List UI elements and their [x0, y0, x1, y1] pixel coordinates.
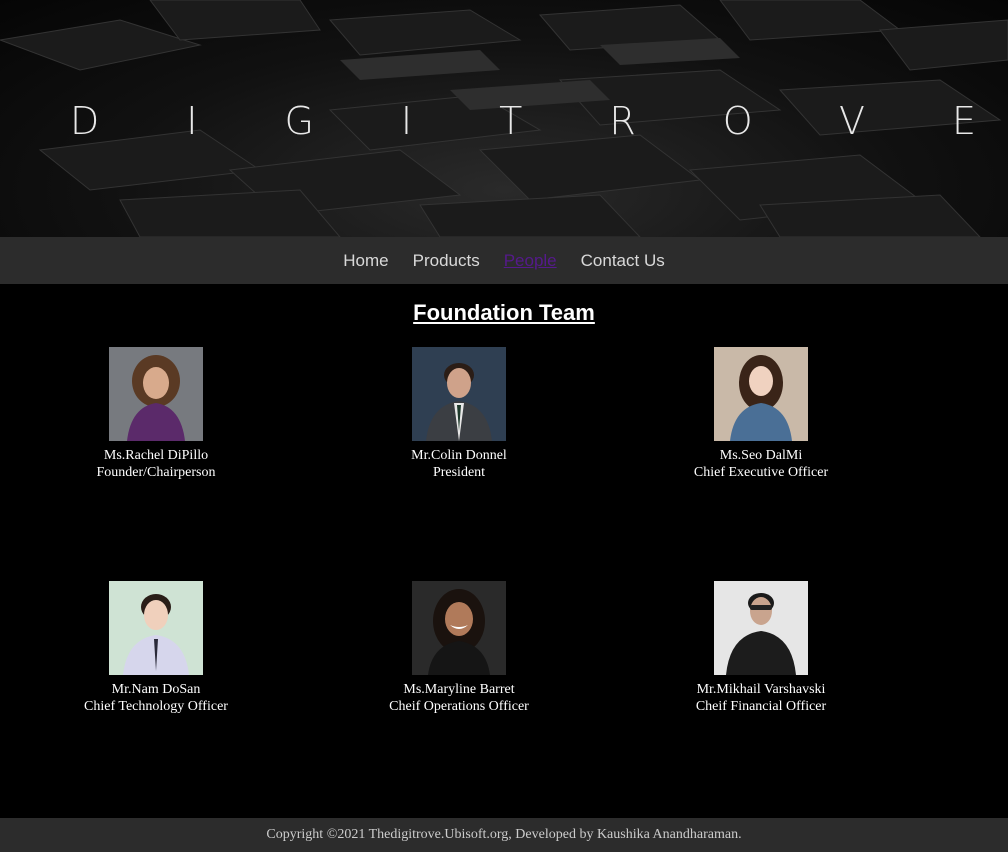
member-photo [412, 581, 506, 675]
member-role: Cheif Financial Officer [695, 699, 827, 714]
nav-products[interactable]: Products [413, 251, 480, 271]
team-member: Ms.Rachel DiPillo Founder/Chairperson [46, 347, 266, 481]
member-photo [109, 581, 203, 675]
member-role: Founder/Chairperson [96, 465, 216, 480]
section-title: Foundation Team [413, 300, 595, 325]
member-name: Ms.Seo DalMi [719, 448, 803, 463]
member-photo [714, 581, 808, 675]
team-member: Mr.Colin Donnel President [349, 347, 569, 481]
hero-banner: DIGITROVE [0, 0, 1008, 237]
team-member: Ms.Maryline Barret Cheif Operations Offi… [349, 581, 569, 715]
team-member: Ms.Seo DalMi Chief Executive Officer [651, 347, 871, 481]
member-photo [714, 347, 808, 441]
brand-title: DIGITROVE [70, 99, 1008, 143]
member-name: Mr.Mikhail Varshavski [696, 682, 826, 697]
member-role: President [432, 465, 486, 480]
member-name: Ms.Rachel DiPillo [103, 448, 209, 463]
footer: Copyright ©2021 Thedigitrove.Ubisoft.org… [0, 818, 1008, 852]
main-nav: Home Products People Contact Us [0, 237, 1008, 284]
copyright-text: Copyright ©2021 Thedigitrove.Ubisoft.org… [266, 827, 742, 842]
team-member: Mr.Mikhail Varshavski Cheif Financial Of… [651, 581, 871, 715]
member-name: Ms.Maryline Barret [403, 682, 515, 697]
member-role: Cheif Operations Officer [389, 699, 529, 714]
nav-contact-us[interactable]: Contact Us [581, 251, 665, 271]
member-name: Mr.Nam DoSan [111, 682, 201, 697]
member-role: Chief Technology Officer [84, 699, 228, 714]
member-photo [412, 347, 506, 441]
nav-people[interactable]: People [504, 251, 557, 271]
member-photo [109, 347, 203, 441]
member-name: Mr.Colin Donnel [411, 448, 507, 463]
nav-home[interactable]: Home [343, 251, 388, 271]
member-role: Chief Executive Officer [693, 465, 829, 480]
team-member: Mr.Nam DoSan Chief Technology Officer [46, 581, 266, 715]
